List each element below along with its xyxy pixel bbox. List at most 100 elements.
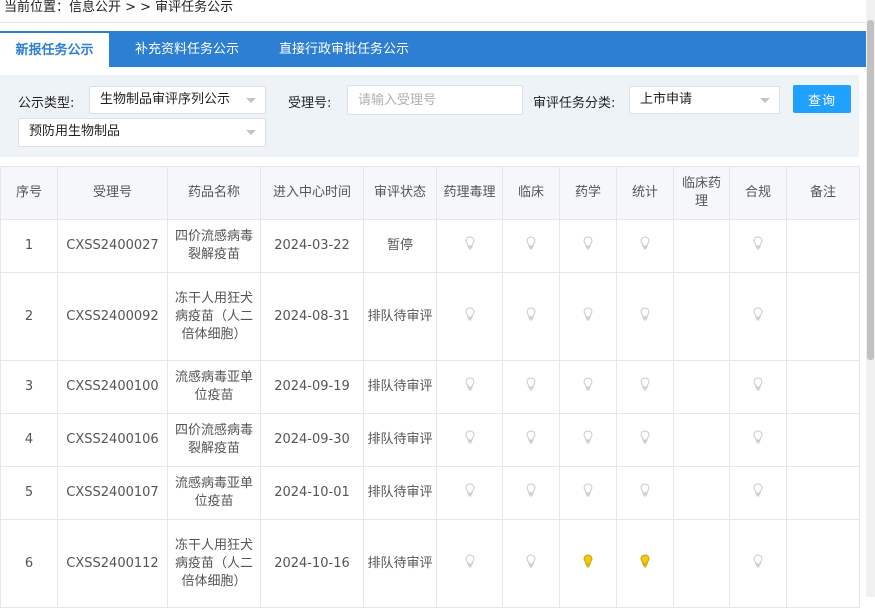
cell-accept-no: CXSS2400027 xyxy=(57,219,168,273)
cell-pharmacology xyxy=(436,219,503,273)
cell-compliance xyxy=(729,272,787,361)
header-accept-no: 受理号 xyxy=(57,166,168,220)
lightbulb-off-icon xyxy=(753,553,763,574)
cell-entry-time: 2024-08-31 xyxy=(260,272,364,361)
cell-drug-name: 流感病毒亚单位疫苗 xyxy=(167,360,261,414)
header-no: 序号 xyxy=(0,166,58,220)
cell-clinical xyxy=(502,272,560,361)
lightbulb-off-icon xyxy=(526,483,536,503)
category-select-value: 上市申请 xyxy=(640,92,693,107)
divider xyxy=(0,22,866,23)
tab-bar: 新报任务公示 补充资料任务公示 直接行政审批任务公示 xyxy=(0,31,867,67)
cell-pharmacology xyxy=(436,360,503,414)
lightbulb-off-icon xyxy=(464,306,475,327)
cell-drug-name: 四价流感病毒裂解疫苗 xyxy=(167,413,261,467)
accept-no-input[interactable] xyxy=(347,85,523,115)
lightbulb-off-icon xyxy=(526,430,536,450)
cell-accept-no: CXSS2400106 xyxy=(57,413,168,467)
lightbulb-off-icon xyxy=(526,236,536,256)
table-row: 2 CXSS2400092 冻干人用狂犬病疫苗（人二倍体细胞） 2024-08-31 排… xyxy=(0,272,860,361)
table-row: 5 CXSS2400107 流感病毒亚单位疫苗 2024-10-01 排队待审评 xyxy=(0,466,860,520)
header-entry-time: 进入中心时间 xyxy=(260,166,364,220)
lightbulb-off-icon xyxy=(583,377,593,397)
lightbulb-off-icon xyxy=(464,483,475,503)
cell-statistics xyxy=(616,413,674,467)
cell-clinical xyxy=(502,360,560,414)
cell-clinical-pharmacology xyxy=(673,466,730,520)
cell-compliance xyxy=(729,413,787,467)
subcategory-select[interactable]: 预防用生物制品 xyxy=(18,118,266,147)
lightbulb-off-icon xyxy=(464,236,475,256)
lightbulb-off-icon xyxy=(753,306,763,327)
cell-accept-no: CXSS2400112 xyxy=(57,519,168,608)
search-button[interactable]: 查询 xyxy=(793,85,851,113)
cell-compliance xyxy=(729,519,787,608)
cell-pharmacology xyxy=(436,466,503,520)
tab-new-tasks[interactable]: 新报任务公示 xyxy=(0,33,109,67)
cell-note xyxy=(786,466,860,520)
lightbulb-off-icon xyxy=(583,236,593,256)
lightbulb-off-icon xyxy=(464,553,475,574)
accept-label: 受理号: xyxy=(288,96,332,111)
cell-statistics xyxy=(616,272,674,361)
cell-pharmacy xyxy=(559,519,617,608)
cell-pharmacy xyxy=(559,466,617,520)
cell-drug-name: 四价流感病毒裂解疫苗 xyxy=(167,219,261,273)
header-clinical-pharmacology: 临床药理 xyxy=(673,166,730,220)
header-note: 备注 xyxy=(786,166,860,220)
header-compliance: 合规 xyxy=(729,166,787,220)
scrollbar[interactable] xyxy=(866,0,875,597)
lightbulb-off-icon xyxy=(753,430,763,450)
cell-note xyxy=(786,519,860,608)
cell-pharmacology xyxy=(436,272,503,361)
lightbulb-off-icon xyxy=(753,236,763,256)
lightbulb-off-icon xyxy=(583,430,593,450)
cell-statistics xyxy=(616,360,674,414)
cell-no: 4 xyxy=(0,413,58,467)
cell-statistics xyxy=(616,519,674,608)
cell-pharmacy xyxy=(559,272,617,361)
cell-accept-no: CXSS2400100 xyxy=(57,360,168,414)
cell-clinical xyxy=(502,519,560,608)
cell-pharmacy xyxy=(559,219,617,273)
cell-status: 排队待审评 xyxy=(363,272,437,361)
cell-compliance xyxy=(729,466,787,520)
cell-drug-name: 冻干人用狂犬病疫苗（人二倍体细胞） xyxy=(167,519,261,608)
type-select-value: 生物制品审评序列公示 xyxy=(100,92,231,107)
cell-entry-time: 2024-03-22 xyxy=(260,219,364,273)
cell-pharmacy xyxy=(559,413,617,467)
lightbulb-off-icon xyxy=(464,377,475,397)
type-label: 公示类型: xyxy=(18,96,75,111)
type-select[interactable]: 生物制品审评序列公示 xyxy=(89,86,266,114)
cell-pharmacology xyxy=(436,413,503,467)
lightbulb-off-icon xyxy=(464,430,475,450)
header-statistics: 统计 xyxy=(616,166,674,220)
cell-no: 6 xyxy=(0,519,58,608)
cell-clinical xyxy=(502,466,560,520)
cell-clinical-pharmacology xyxy=(673,219,730,273)
lightbulb-off-icon xyxy=(526,306,536,327)
cell-entry-time: 2024-09-19 xyxy=(260,360,364,414)
cell-entry-time: 2024-09-30 xyxy=(260,413,364,467)
table-row: 6 CXSS2400112 冻干人用狂犬病疫苗（人二倍体细胞） 2024-10-16 排… xyxy=(0,519,860,608)
header-pharmacy: 药学 xyxy=(559,166,617,220)
cell-status: 排队待审评 xyxy=(363,466,437,520)
cell-pharmacology xyxy=(436,519,503,608)
cell-clinical-pharmacology xyxy=(673,360,730,414)
cell-status: 排队待审评 xyxy=(363,360,437,414)
category-label: 审评任务分类: xyxy=(533,96,616,111)
tab-supplement-tasks[interactable]: 补充资料任务公示 xyxy=(118,31,256,67)
cell-statistics xyxy=(616,219,674,273)
cell-accept-no: CXSS2400107 xyxy=(57,466,168,520)
lightbulb-off-icon xyxy=(640,483,650,503)
lightbulb-off-icon xyxy=(526,377,536,397)
subcategory-select-value: 预防用生物制品 xyxy=(29,124,121,139)
cell-no: 3 xyxy=(0,360,58,414)
cell-note xyxy=(786,413,860,467)
task-table: 序号 受理号 药品名称 进入中心时间 审评状态 药理毒理 临床 药学 统计 临床… xyxy=(0,166,860,608)
tab-direct-approval-tasks[interactable]: 直接行政审批任务公示 xyxy=(266,31,422,67)
scrollbar-thumb[interactable] xyxy=(867,20,874,360)
cell-clinical-pharmacology xyxy=(673,272,730,361)
category-select[interactable]: 上市申请 xyxy=(629,86,780,114)
cell-accept-no: CXSS2400092 xyxy=(57,272,168,361)
